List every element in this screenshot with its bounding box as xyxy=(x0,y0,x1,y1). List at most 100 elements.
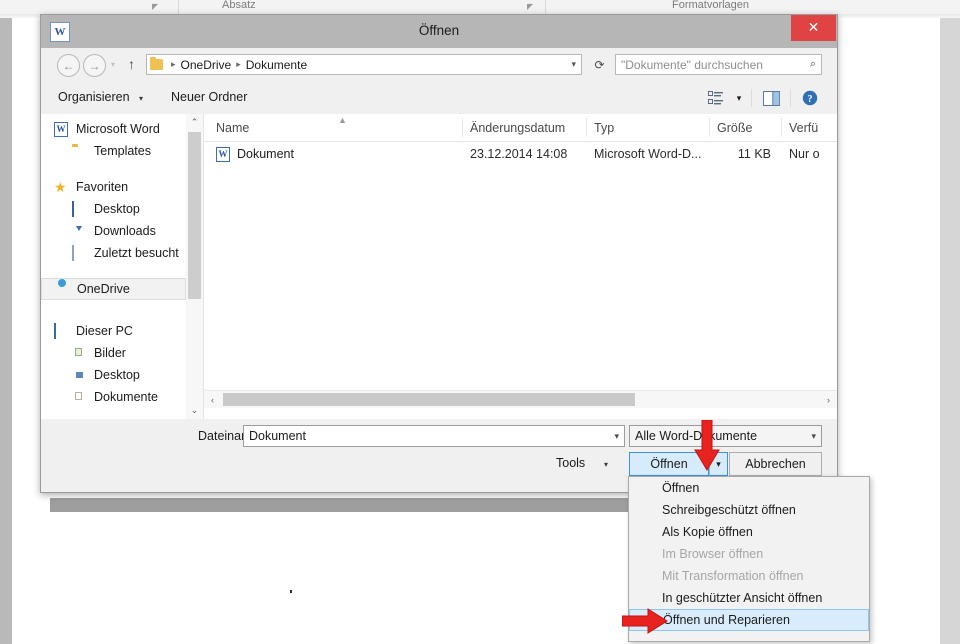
help-icon: ? xyxy=(802,90,818,106)
file-list-header: ▲ Name Änderungsdatum Typ Größe Verfü xyxy=(204,114,837,142)
column-divider[interactable] xyxy=(781,118,782,137)
chevron-left-icon: ‹ xyxy=(211,394,214,405)
folder-icon xyxy=(72,144,89,159)
documents-folder-icon xyxy=(72,390,89,405)
sidebar-item-desktop[interactable]: Desktop xyxy=(41,198,186,220)
sidebar-item-dieser-pc[interactable]: Dieser PC xyxy=(41,320,186,342)
column-divider[interactable] xyxy=(462,118,463,137)
preview-pane-icon xyxy=(762,90,780,106)
breadcrumb-dokumente[interactable]: Dokumente xyxy=(246,58,307,72)
menu-item-als-kopie-oeffnen[interactable]: Als Kopie öffnen xyxy=(629,521,869,543)
column-header-size[interactable]: Größe xyxy=(717,121,752,135)
dialog-launcher-icon[interactable]: ◤ xyxy=(527,2,533,11)
up-one-level-button[interactable]: ↑ xyxy=(128,56,135,72)
filter-chevron-down-icon: ▾ xyxy=(811,430,816,441)
forward-button[interactable]: → xyxy=(83,54,106,77)
sidebar-item-label: Desktop xyxy=(94,368,140,382)
search-placeholder: "Dokumente" durchsuchen xyxy=(621,57,763,72)
downloads-icon xyxy=(72,224,89,239)
file-list[interactable]: ▲ Name Änderungsdatum Typ Größe Verfü W … xyxy=(204,114,837,419)
toolbar-divider xyxy=(790,89,791,107)
dialog-title: Öffnen xyxy=(418,23,460,38)
search-input[interactable]: "Dokumente" durchsuchen ⌕ xyxy=(615,54,822,75)
preview-pane-button[interactable] xyxy=(756,86,786,110)
menu-item-oeffnen[interactable]: Öffnen xyxy=(629,477,869,499)
menu-item-in-geschuetzter-ansicht-oeffnen[interactable]: In geschützter Ansicht öffnen xyxy=(629,587,869,609)
sidebar-item-microsoft-word[interactable]: W Microsoft Word xyxy=(41,118,186,140)
table-row[interactable]: W Dokument 23.12.2014 14:08 Microsoft Wo… xyxy=(204,143,837,165)
word-icon: W xyxy=(54,121,71,137)
help-button[interactable]: ? xyxy=(795,86,825,110)
document-right-gutter xyxy=(940,18,960,644)
scrollbar-thumb[interactable] xyxy=(188,132,201,299)
scroll-left-button[interactable]: ‹ xyxy=(204,391,221,408)
annotation-arrow-down xyxy=(694,420,720,471)
folder-icon xyxy=(150,57,163,70)
filename-value: Dokument xyxy=(249,429,306,443)
column-header-date[interactable]: Änderungsdatum xyxy=(470,121,565,135)
sidebar-scrollbar[interactable]: ⌃ ⌄ xyxy=(186,114,204,419)
navigation-sidebar[interactable]: W Microsoft Word Templates ★ Favoriten D… xyxy=(41,114,187,419)
view-options-group: ▾ ? xyxy=(701,86,825,110)
column-header-type[interactable]: Typ xyxy=(594,121,614,135)
column-divider[interactable] xyxy=(709,118,710,137)
scroll-down-button[interactable]: ⌄ xyxy=(186,402,203,419)
breadcrumb-onedrive[interactable]: OneDrive xyxy=(181,58,232,72)
breadcrumb-separator: ▸ xyxy=(236,59,241,69)
column-header-name[interactable]: Name xyxy=(216,121,249,135)
organize-button[interactable]: Organisieren xyxy=(58,90,130,104)
back-icon: ← xyxy=(62,58,75,73)
cloud-icon xyxy=(55,282,72,297)
sidebar-item-desktop-pc[interactable]: Desktop xyxy=(41,364,186,386)
scroll-up-button[interactable]: ⌃ xyxy=(186,114,203,131)
view-caret-glyph: ▾ xyxy=(736,92,742,103)
recent-locations-button[interactable]: ▾ xyxy=(111,60,115,69)
refresh-button[interactable]: ⟳ xyxy=(589,54,610,75)
sidebar-item-label: Templates xyxy=(94,144,151,158)
star-icon: ★ xyxy=(54,178,67,195)
address-dropdown-icon[interactable]: ▾ xyxy=(571,59,578,70)
sidebar-item-zuletzt-besucht[interactable]: Zuletzt besucht xyxy=(41,242,186,264)
cancel-button[interactable]: Abbrechen xyxy=(729,452,822,476)
back-button[interactable]: ← xyxy=(57,54,80,77)
ribbon-divider xyxy=(545,0,546,14)
organize-chevron-down-icon[interactable]: ▾ xyxy=(139,94,143,103)
dialog-launcher-icon[interactable]: ◤ xyxy=(152,2,158,11)
annotation-arrow-right xyxy=(622,608,668,634)
menu-item-schreibgeschuetzt-oeffnen[interactable]: Schreibgeschützt öffnen xyxy=(629,499,869,521)
sidebar-item-label: Dokumente xyxy=(94,390,158,404)
navigation-bar: ← → ▾ ↑ ▸ OneDrive ▸ Dokumente ▾ ⟳ "Doku… xyxy=(41,48,837,81)
sidebar-item-label: Downloads xyxy=(94,224,156,238)
column-header-availability[interactable]: Verfü xyxy=(789,121,818,135)
scroll-right-button[interactable]: › xyxy=(820,391,837,408)
file-availability-cell: Nur o xyxy=(789,147,820,161)
new-folder-button[interactable]: Neuer Ordner xyxy=(171,90,247,104)
dialog-titlebar[interactable]: W Öffnen ✕ xyxy=(41,15,837,49)
file-list-horizontal-scrollbar[interactable]: ‹ › xyxy=(204,390,837,408)
computer-icon xyxy=(54,322,71,339)
sidebar-item-bilder[interactable]: Bilder xyxy=(41,342,186,364)
sidebar-item-templates[interactable]: Templates xyxy=(41,140,186,162)
sidebar-item-onedrive[interactable]: OneDrive xyxy=(41,278,186,300)
tools-button[interactable]: Tools xyxy=(556,456,585,470)
sidebar-item-downloads[interactable]: Downloads xyxy=(41,220,186,242)
sidebar-group-spacer xyxy=(41,264,186,278)
arrow-up-icon: ↑ xyxy=(128,56,135,72)
file-type-filter-select[interactable]: Alle Word-Dokumente ▾ xyxy=(629,425,822,447)
close-button[interactable]: ✕ xyxy=(791,15,836,41)
sidebar-item-label: Favoriten xyxy=(76,180,129,194)
sidebar-item-label: Dieser PC xyxy=(76,324,133,338)
sidebar-item-dokumente[interactable]: Dokumente xyxy=(41,386,186,408)
scrollbar-thumb[interactable] xyxy=(223,393,635,406)
tools-chevron-down-icon[interactable]: ▾ xyxy=(604,460,608,469)
sidebar-item-favoriten[interactable]: ★ Favoriten xyxy=(41,176,186,198)
address-bar[interactable]: ▸ OneDrive ▸ Dokumente ▾ xyxy=(146,54,582,75)
file-size-cell: 11 KB xyxy=(737,147,771,161)
filename-chevron-down-icon[interactable]: ▾ xyxy=(614,431,619,442)
column-divider[interactable] xyxy=(586,118,587,137)
file-type-cell: Microsoft Word-D... xyxy=(594,147,702,161)
change-view-button[interactable] xyxy=(701,86,731,110)
filename-input[interactable]: Dokument ▾ xyxy=(243,425,625,447)
view-chevron-down-icon[interactable]: ▾ xyxy=(731,86,747,110)
menu-item-mit-transformation-oeffnen: Mit Transformation öffnen xyxy=(662,569,804,583)
